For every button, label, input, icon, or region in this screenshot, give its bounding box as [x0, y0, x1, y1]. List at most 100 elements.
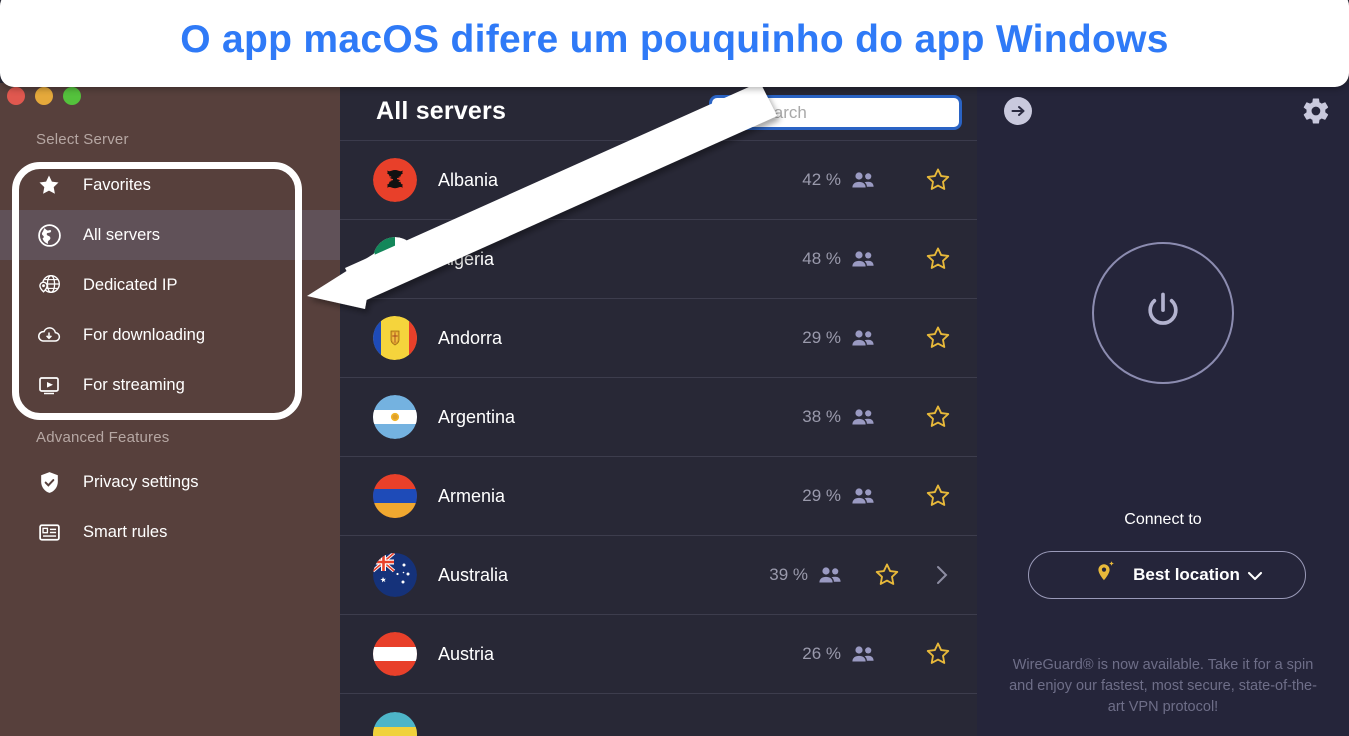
- search-input[interactable]: Search: [709, 95, 962, 130]
- server-list-panel: All servers Search Albania 42 % Algeria …: [340, 83, 977, 736]
- shield-check-icon: [36, 469, 62, 495]
- andorra-flag: [373, 316, 417, 361]
- server-load: 26 %: [802, 644, 841, 664]
- connection-panel-toolbar: [977, 83, 1349, 143]
- sidebar-item-for-downloading[interactable]: For downloading: [0, 310, 340, 360]
- server-load: 29 %: [802, 328, 841, 348]
- argentina-flag: [373, 395, 417, 440]
- armenia-flag: [373, 474, 417, 519]
- country-name: Andorra: [438, 327, 503, 348]
- server-load: 38 %: [802, 407, 841, 427]
- table-row[interactable]: Armenia 29 %: [340, 457, 977, 537]
- sidebar-item-privacy-settings[interactable]: Privacy settings: [0, 457, 340, 507]
- chevron-right-icon[interactable]: [932, 562, 952, 588]
- server-load: 42 %: [802, 170, 841, 190]
- sidebar: Select Server Favorites All servers Dedi…: [0, 83, 340, 736]
- country-name: Australia: [438, 564, 509, 585]
- sidebar-item-smart-rules[interactable]: Smart rules: [0, 507, 340, 557]
- screenshot-root: Select Server Favorites All servers Dedi…: [0, 0, 1349, 736]
- minimize-window-button[interactable]: [35, 87, 53, 105]
- cloud-download-icon: [36, 322, 62, 348]
- sidebar-item-label: All servers: [83, 225, 161, 244]
- video-play-icon: [36, 372, 62, 398]
- sidebar-item-label: For streaming: [83, 375, 185, 394]
- vpn-app-window: Select Server Favorites All servers Dedi…: [0, 83, 1349, 736]
- favorite-star-icon[interactable]: [924, 403, 952, 431]
- albania-flag: [373, 158, 417, 203]
- sidebar-item-for-streaming[interactable]: For streaming: [0, 360, 340, 410]
- country-name: Austria: [438, 643, 495, 664]
- country-name: Albania: [438, 169, 499, 190]
- users-icon: [850, 170, 876, 190]
- globe-icon: [36, 222, 62, 248]
- sidebar-item-label: Dedicated IP: [83, 275, 178, 294]
- server-list-header: All servers Search: [340, 83, 977, 142]
- sidebar-item-label: Smart rules: [83, 522, 168, 541]
- server-rows: Albania 42 % Algeria 48 % Andorra 29 % A…: [340, 141, 977, 736]
- window-traffic-lights: [7, 87, 81, 105]
- austria-flag: [373, 632, 417, 677]
- favorite-star-icon[interactable]: [924, 482, 952, 510]
- page-title: All servers: [376, 97, 507, 126]
- sidebar-item-favorites[interactable]: Favorites: [0, 160, 340, 210]
- australia-flag: [373, 553, 417, 598]
- text-caret: [745, 103, 747, 122]
- arrow-right-circle-icon[interactable]: [1003, 96, 1033, 131]
- table-row[interactable]: Argentina 38 %: [340, 378, 977, 458]
- users-icon: [850, 407, 876, 427]
- power-button-wrap: [977, 242, 1349, 384]
- wireguard-footnote: WireGuard® is now available. Take it for…: [1009, 657, 1317, 715]
- sidebar-item-label: For downloading: [83, 325, 205, 344]
- table-row[interactable]: Austria 26 %: [340, 615, 977, 695]
- country-name: Argentina: [438, 406, 516, 427]
- connect-to-label: Connect to: [1124, 511, 1202, 528]
- gear-icon[interactable]: [1301, 96, 1331, 131]
- users-icon: [850, 249, 876, 269]
- search-icon: [720, 100, 740, 125]
- server-load: 48 %: [802, 249, 841, 269]
- sidebar-item-all-servers[interactable]: All servers: [0, 210, 340, 260]
- star-icon: [36, 172, 62, 198]
- users-icon: [850, 486, 876, 506]
- globe-pin-icon: [36, 272, 62, 298]
- server-load: 29 %: [802, 486, 841, 506]
- users-icon: [817, 565, 843, 585]
- table-row[interactable]: Algeria 48 %: [340, 220, 977, 300]
- caption-text: O app macOS difere um pouquinho do app W…: [180, 17, 1169, 61]
- sidebar-section-select-server: Select Server: [36, 131, 129, 148]
- rules-list-icon: [36, 519, 62, 545]
- favorite-star-icon[interactable]: [924, 245, 952, 273]
- server-load: 39 %: [769, 565, 808, 585]
- sidebar-section-advanced-features: Advanced Features: [36, 429, 170, 446]
- zoom-window-button[interactable]: [63, 87, 81, 105]
- power-icon: [1141, 289, 1185, 338]
- location-selector[interactable]: Best location: [1028, 551, 1306, 599]
- country-name: Algeria: [438, 248, 495, 269]
- sidebar-item-label: Favorites: [83, 175, 151, 194]
- favorite-star-icon[interactable]: [873, 561, 901, 589]
- location-label: Best location: [1133, 565, 1240, 584]
- users-icon: [850, 328, 876, 348]
- location-pin-icon: [1094, 560, 1117, 590]
- country-name: Armenia: [438, 485, 506, 506]
- table-row[interactable]: Andorra 29 %: [340, 299, 977, 379]
- algeria-flag: [373, 237, 417, 282]
- connection-panel: Connect to Best location WireGuard® is n…: [977, 83, 1349, 736]
- favorite-star-icon[interactable]: [924, 640, 952, 668]
- sidebar-item-dedicated-ip[interactable]: Dedicated IP: [0, 260, 340, 310]
- chevron-down-icon[interactable]: [1246, 569, 1264, 588]
- bahamas-flag: [373, 711, 417, 736]
- users-icon: [850, 644, 876, 664]
- sidebar-server-list: Favorites All servers Dedicated IP For d…: [0, 160, 340, 410]
- favorite-star-icon[interactable]: [924, 166, 952, 194]
- sidebar-item-label: Privacy settings: [83, 472, 199, 491]
- sidebar-advanced-list: Privacy settings Smart rules: [0, 457, 340, 557]
- power-button[interactable]: [1092, 242, 1234, 384]
- table-row[interactable]: Albania 42 %: [340, 141, 977, 221]
- search-placeholder: Search: [753, 102, 807, 122]
- table-row-partial[interactable]: [340, 694, 977, 736]
- close-window-button[interactable]: [7, 87, 25, 105]
- table-row[interactable]: Australia 39 %: [340, 536, 977, 616]
- caption-banner: O app macOS difere um pouquinho do app W…: [0, 0, 1349, 87]
- favorite-star-icon[interactable]: [924, 324, 952, 352]
